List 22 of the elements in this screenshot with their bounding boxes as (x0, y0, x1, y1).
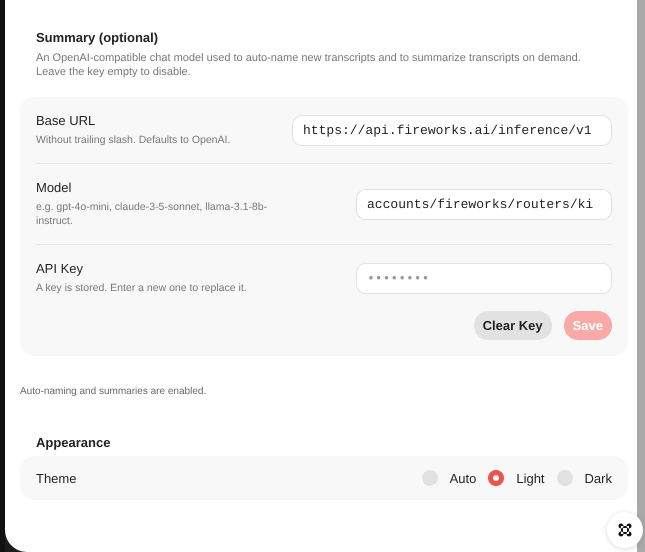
field-label: API Key (36, 261, 84, 276)
field-hint: Without trailing slash. Defaults to OpenAI. (36, 133, 230, 147)
field-label: Model (36, 180, 72, 195)
radio-button[interactable] (488, 470, 504, 486)
field-hint: e.g. gpt-4o-mini, claude-3-5-sonnet, llama-3.1-8b-instruct. (36, 200, 268, 228)
field-hint: A key is stored. Enter a new one to replace it. (36, 281, 247, 295)
section-title: Appearance (36, 435, 112, 450)
section-description: An OpenAI-compatible chat model used to auto-name new transcripts and to summarize transcripts on demand. Leave the key empty to disable. (36, 51, 582, 79)
api-key-field[interactable]: •••••••• (356, 262, 612, 294)
radio-label[interactable]: Dark (584, 470, 612, 486)
field-label: Base URL (36, 113, 96, 128)
field-label: Theme (36, 470, 76, 486)
text-field[interactable]: https://api.fireworks.ai/inference/v1 (292, 114, 612, 146)
floating-button[interactable] (607, 512, 643, 548)
status-text: Auto-naming and summaries are enabled. (20, 386, 208, 397)
clear-button[interactable]: Clear Key (474, 311, 552, 340)
four-dots-icon (617, 522, 633, 538)
radio-label[interactable]: Light (516, 470, 545, 486)
section-title: Summary (optional) (36, 30, 160, 45)
text-field[interactable]: accounts/fireworks/routers/ki (356, 188, 612, 220)
scrollbar[interactable] (637, 0, 645, 552)
radio-label[interactable]: Auto (450, 470, 476, 486)
